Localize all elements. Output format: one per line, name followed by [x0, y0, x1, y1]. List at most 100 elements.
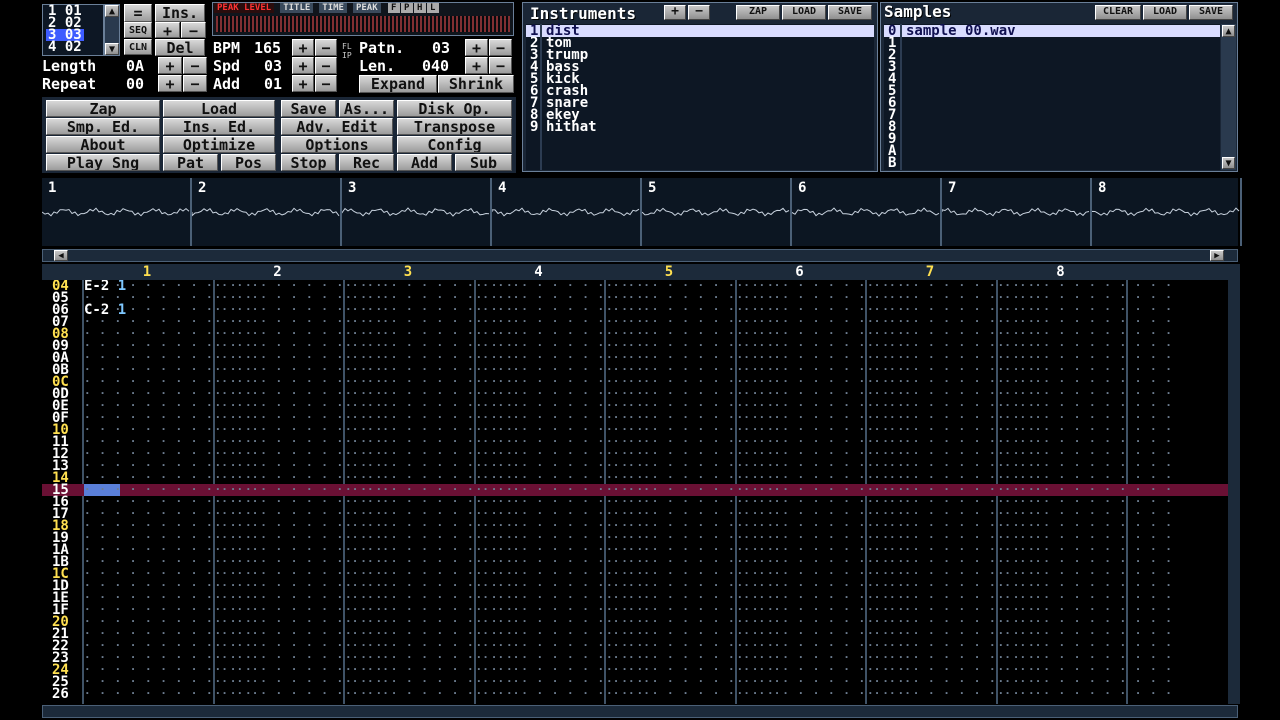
channel-header-number[interactable]: 6 — [735, 264, 865, 280]
meter-tab[interactable]: TIME — [319, 3, 347, 13]
instrument-save-button[interactable]: SAVE — [828, 5, 872, 20]
channel-header-number[interactable]: 2 — [213, 264, 343, 280]
add-minus-button[interactable]: − — [315, 75, 337, 92]
menu-about-button[interactable]: About — [46, 136, 160, 153]
speed-minus-button[interactable]: − — [315, 57, 337, 74]
len-minus-button[interactable]: − — [489, 57, 512, 74]
menu-config-button[interactable]: Config — [397, 136, 512, 153]
meter-letter-button[interactable]: L — [426, 3, 439, 13]
channel-header-number[interactable]: 3 — [343, 264, 473, 280]
sample-item[interactable]: 8 — [884, 120, 1220, 134]
sample-scroll-down-icon[interactable]: ▼ — [1222, 157, 1235, 169]
scope-channel[interactable]: 2 — [192, 178, 342, 246]
add-plus-button[interactable]: + — [292, 75, 314, 92]
order-scroll-down-icon[interactable]: ▼ — [105, 43, 119, 55]
seq-button[interactable]: SEQ — [124, 22, 152, 38]
menu-stop-button[interactable]: Stop — [281, 154, 336, 171]
meter-tabs[interactable]: PEAK LEVEL TITLE TIME PEAK F P H L — [214, 3, 439, 13]
channel-header-number[interactable]: 5 — [604, 264, 734, 280]
scope-channel[interactable]: 4 — [492, 178, 642, 246]
meter-tab[interactable]: TITLE — [280, 3, 314, 13]
instrument-load-button[interactable]: LOAD — [782, 5, 826, 20]
pattern-plus-button[interactable]: + — [465, 39, 488, 56]
pattern-vscrollbar[interactable] — [1228, 264, 1240, 704]
pos-insert-button[interactable]: Ins. — [155, 4, 205, 22]
length-minus-button[interactable]: − — [183, 57, 207, 74]
meter-letter-button[interactable]: P — [400, 3, 413, 13]
sample-item[interactable]: 4 — [884, 72, 1220, 86]
scroll-right-icon[interactable]: ▶ — [1210, 250, 1224, 261]
sample-item[interactable]: 7 — [884, 108, 1220, 122]
bpm-minus-button[interactable]: − — [315, 39, 337, 56]
meter-letter-button[interactable]: H — [413, 3, 426, 13]
pos-plus-button[interactable]: + — [155, 22, 180, 38]
instrument-item[interactable]: 9 hithat — [526, 120, 874, 134]
bottom-scrollbar[interactable] — [42, 705, 1238, 718]
instrument-item[interactable]: 1 dist — [526, 24, 874, 38]
instrument-zap-button[interactable]: ZAP — [736, 5, 780, 20]
meter-tab[interactable]: PEAK LEVEL — [214, 3, 275, 13]
shrink-button[interactable]: Shrink — [438, 75, 514, 93]
menu-rec-button[interactable]: Rec — [339, 154, 394, 171]
menu-as-button[interactable]: As... — [339, 100, 394, 117]
sample-item[interactable]: B — [884, 156, 1220, 170]
meter-tab[interactable]: PEAK — [352, 3, 381, 13]
pattern-minus-button[interactable]: − — [489, 39, 512, 56]
expand-button[interactable]: Expand — [359, 75, 437, 93]
scroll-left-icon[interactable]: ◀ — [54, 250, 68, 261]
sample-item[interactable]: 9 — [884, 132, 1220, 146]
menu-ins-ed-button[interactable]: Ins. Ed. — [163, 118, 275, 135]
sample-item[interactable]: 2 — [884, 48, 1220, 62]
menu-disk-op-button[interactable]: Disk Op. — [397, 100, 512, 117]
repeat-plus-button[interactable]: + — [158, 75, 182, 92]
sample-save-button[interactable]: SAVE — [1189, 5, 1233, 20]
flip-label[interactable]: FLIP — [342, 42, 352, 60]
pattern-cell[interactable]: C-2 1 — [84, 303, 126, 317]
scope-channel[interactable]: 8 — [1092, 178, 1242, 246]
repeat-minus-button[interactable]: − — [183, 75, 207, 92]
menu-sub-button[interactable]: Sub — [455, 154, 512, 171]
bpm-plus-button[interactable]: + — [292, 39, 314, 56]
scope-channel[interactable]: 3 — [342, 178, 492, 246]
pos-minus-button[interactable]: − — [181, 22, 206, 38]
sample-item[interactable]: 6 — [884, 96, 1220, 110]
pattern-editor[interactable]: 04 · · · · · · · · · · · · · · · · · · · ·… — [42, 280, 1228, 704]
sample-scroll-up-icon[interactable]: ▲ — [1222, 25, 1235, 37]
menu-transpose-button[interactable]: Transpose — [397, 118, 512, 135]
pattern-hscrollbar[interactable] — [42, 249, 1238, 262]
menu-pos-button[interactable]: Pos — [221, 154, 276, 171]
pos-delete-button[interactable]: Del — [155, 39, 205, 56]
menu-smp-ed-button[interactable]: Smp. Ed. — [46, 118, 160, 135]
menu-options-button[interactable]: Options — [281, 136, 393, 153]
scope-channel[interactable]: 5 — [642, 178, 792, 246]
menu-optimize-button[interactable]: Optimize — [163, 136, 275, 153]
sample-item[interactable]: 5 — [884, 84, 1220, 98]
channel-header-number[interactable]: 8 — [996, 264, 1126, 280]
menu-add-button[interactable]: Add — [397, 154, 452, 171]
sample-item[interactable]: 0 sample_00.wav — [884, 24, 1220, 38]
sample-clear-button[interactable]: CLEAR — [1095, 5, 1141, 20]
channel-scopes[interactable]: 1 2 3 4 5 6 7 8 — [42, 178, 1242, 246]
sample-load-button[interactable]: LOAD — [1143, 5, 1187, 20]
order-scroll-up-icon[interactable]: ▲ — [105, 5, 119, 17]
instrument-remove-button[interactable]: − — [688, 5, 710, 20]
speed-plus-button[interactable]: + — [292, 57, 314, 74]
channel-header-number[interactable]: 4 — [474, 264, 604, 280]
scope-channel[interactable]: 1 — [42, 178, 192, 246]
sample-item[interactable]: A — [884, 144, 1220, 158]
scope-channel[interactable]: 6 — [792, 178, 942, 246]
sample-item[interactable]: 3 — [884, 60, 1220, 74]
instrument-add-button[interactable]: + — [664, 5, 686, 20]
sample-scrollbar[interactable] — [1221, 24, 1236, 170]
meter-letter-button[interactable]: F — [387, 3, 400, 13]
menu-play-sng-button[interactable]: Play Sng — [46, 154, 160, 171]
menu-pat-button[interactable]: Pat — [163, 154, 218, 171]
len-plus-button[interactable]: + — [465, 57, 488, 74]
channel-header-number[interactable]: 1 — [82, 264, 212, 280]
order-row[interactable]: 4 02 — [46, 40, 84, 54]
scope-channel[interactable]: 7 — [942, 178, 1092, 246]
pos-equal-button[interactable]: = — [124, 4, 152, 22]
cln-button[interactable]: CLN — [124, 39, 152, 55]
menu-save-button[interactable]: Save — [281, 100, 336, 117]
channel-header-number[interactable]: 7 — [865, 264, 995, 280]
